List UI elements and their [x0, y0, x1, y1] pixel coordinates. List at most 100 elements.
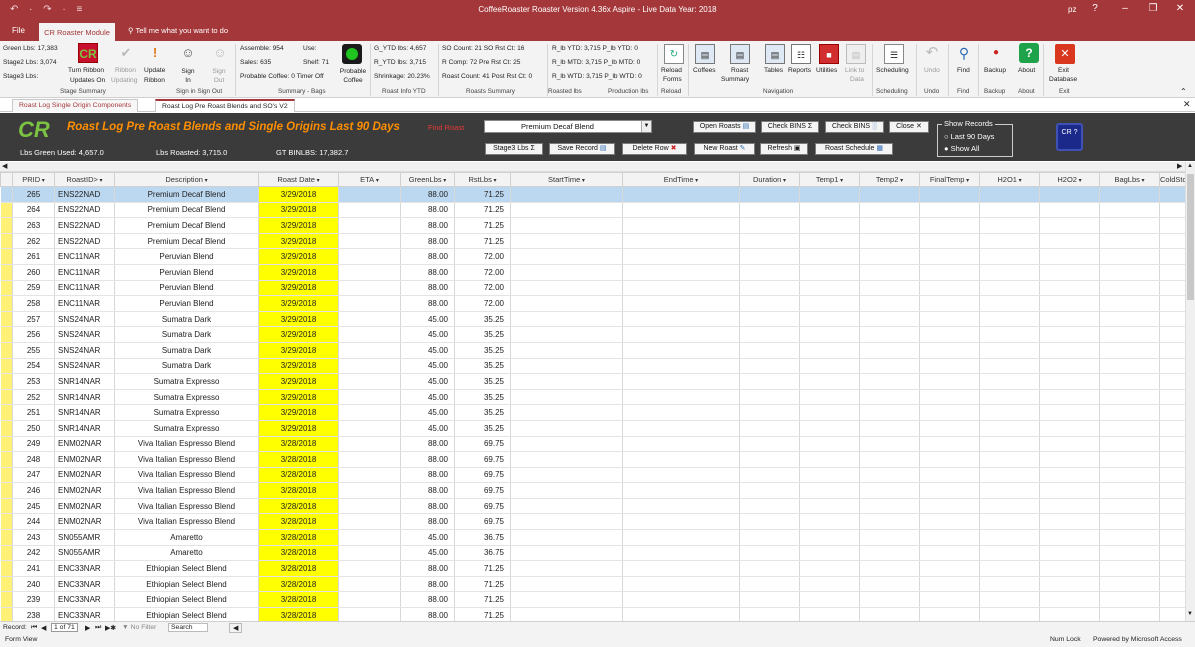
exclamation-icon[interactable]: !: [145, 43, 165, 63]
cell-roast-date[interactable]: 3/28/2018: [258, 513, 339, 531]
cell-duration[interactable]: [739, 233, 800, 250]
cell-finaltemp[interactable]: [919, 498, 980, 515]
cell-h2o1[interactable]: [979, 513, 1040, 531]
cell-prid[interactable]: 255: [12, 342, 55, 359]
cell-endtime[interactable]: [622, 186, 740, 203]
cell-temp2[interactable]: [859, 248, 920, 265]
cell-endtime[interactable]: [622, 295, 740, 312]
cell-h2o2[interactable]: [1039, 311, 1100, 328]
row-selector[interactable]: [0, 389, 13, 406]
cell-starttime[interactable]: [510, 451, 623, 468]
cell-temp1[interactable]: [799, 513, 860, 531]
collapse-ribbon-icon[interactable]: ⌃: [1180, 87, 1187, 96]
roast-button[interactable]: Roast: [731, 67, 748, 74]
row-selector[interactable]: [0, 233, 13, 250]
table-row[interactable]: 256 SNS24NAR Sumatra Dark 3/29/2018 45.00 35.…: [0, 326, 1185, 343]
table-row[interactable]: 244 ENM02NAR Viva Italian Espresso Blend 3/…: [0, 513, 1185, 531]
cell-h2o2[interactable]: [1039, 529, 1100, 546]
cell-h2o1[interactable]: [979, 295, 1040, 312]
cell-rstlbs[interactable]: 72.00: [454, 264, 511, 281]
cell-temp1[interactable]: [799, 482, 860, 499]
cell-h2o2[interactable]: [1039, 513, 1100, 531]
cell-temp1[interactable]: [799, 202, 860, 219]
cell-duration[interactable]: [739, 451, 800, 468]
cell-starttime[interactable]: [510, 389, 623, 406]
chevron-down-icon[interactable]: ▼: [641, 121, 651, 132]
table-row[interactable]: 254 SNS24NAR Sumatra Dark 3/29/2018 45.00 35.…: [0, 358, 1185, 375]
cell-temp2[interactable]: [859, 498, 920, 515]
cell-eta[interactable]: [338, 280, 401, 297]
new-roast-button[interactable]: New Roast ✎: [694, 143, 755, 155]
column-header-finaltemp[interactable]: FinalTemp ▾: [919, 172, 980, 187]
cell-temp2[interactable]: [859, 186, 920, 203]
cell-baglbs[interactable]: [1099, 529, 1160, 546]
cell-finaltemp[interactable]: [919, 186, 980, 203]
cell-starttime[interactable]: [510, 233, 623, 250]
cell-h2o1[interactable]: [979, 607, 1040, 621]
cell-h2o1[interactable]: [979, 233, 1040, 250]
no-filter-button[interactable]: ▼ No Filter: [122, 624, 156, 631]
column-filter-icon[interactable]: ▾: [203, 178, 208, 184]
cell-temp2[interactable]: [859, 467, 920, 484]
tab-cr-roaster-module[interactable]: CR Roaster Module: [39, 23, 115, 41]
cell-h2o1[interactable]: [979, 560, 1040, 577]
cell-rstlbs[interactable]: 69.75: [454, 467, 511, 484]
cell-endtime[interactable]: [622, 404, 740, 421]
row-selector[interactable]: [0, 607, 13, 621]
cell-greenlbs[interactable]: 88.00: [400, 295, 455, 312]
cell-coldstor[interactable]: [1159, 436, 1185, 453]
cell-starttime[interactable]: [510, 358, 623, 375]
row-selector[interactable]: [0, 576, 13, 593]
cell-duration[interactable]: [739, 576, 800, 593]
cell-roastid-[interactable]: ENM02NAR: [54, 451, 115, 468]
users-icon[interactable]: ☺: [178, 43, 198, 63]
cell-h2o1[interactable]: [979, 591, 1040, 609]
tell-me-search[interactable]: ⚲ Tell me what you want to do: [128, 26, 228, 35]
cell-starttime[interactable]: [510, 498, 623, 515]
cell-coldstor[interactable]: [1159, 560, 1185, 577]
cell-temp2[interactable]: [859, 576, 920, 593]
cell-baglbs[interactable]: [1099, 451, 1160, 468]
cell-duration[interactable]: [739, 311, 800, 328]
cell-finaltemp[interactable]: [919, 342, 980, 359]
cell-greenlbs[interactable]: 88.00: [400, 248, 455, 265]
cell-roast-date[interactable]: 3/28/2018: [258, 591, 339, 609]
cell-temp2[interactable]: [859, 560, 920, 577]
row-selector[interactable]: [0, 513, 13, 531]
cell-eta[interactable]: [338, 373, 401, 390]
cell-h2o2[interactable]: [1039, 404, 1100, 421]
table-row[interactable]: 242 SN055AMR Amaretto 3/28/2018 45.00 36.75: [0, 545, 1185, 562]
cell-roastid-[interactable]: SNS24NAR: [54, 358, 115, 375]
table-row[interactable]: 264 ENS22NAD Premium Decaf Blend 3/29/2018 8…: [0, 202, 1185, 219]
reload-forms-line1[interactable]: Reload: [661, 67, 682, 74]
table-row[interactable]: 262 ENS22NAD Premium Decaf Blend 3/29/2018 8…: [0, 233, 1185, 250]
cell-baglbs[interactable]: [1099, 607, 1160, 621]
cell-temp2[interactable]: [859, 404, 920, 421]
sign-in-button[interactable]: Sign In: [181, 67, 195, 85]
cell-h2o2[interactable]: [1039, 186, 1100, 203]
cell-finaltemp[interactable]: [919, 436, 980, 453]
cell-temp1[interactable]: [799, 295, 860, 312]
table-row[interactable]: 245 ENM02NAR Viva Italian Espresso Blend 3/…: [0, 498, 1185, 515]
cell-h2o1[interactable]: [979, 436, 1040, 453]
vertical-scrollbar[interactable]: ▲ ▼: [1185, 162, 1195, 622]
cell-description[interactable]: Premium Decaf Blend: [114, 233, 259, 250]
cell-starttime[interactable]: [510, 217, 623, 234]
column-filter-icon[interactable]: ▾: [1077, 178, 1082, 184]
cell-description[interactable]: Viva Italian Espresso Blend: [114, 436, 259, 453]
row-selector[interactable]: [0, 248, 13, 265]
cell-duration[interactable]: [739, 498, 800, 515]
cell-eta[interactable]: [338, 264, 401, 281]
column-header-coldstor[interactable]: ColdStor ▾: [1159, 172, 1185, 187]
cell-roast-date[interactable]: 3/29/2018: [258, 217, 339, 234]
column-header-endtime[interactable]: EndTime ▾: [622, 172, 740, 187]
first-record-icon[interactable]: ⏮: [31, 624, 37, 632]
cell-temp1[interactable]: [799, 389, 860, 406]
cell-endtime[interactable]: [622, 217, 740, 234]
cell-finaltemp[interactable]: [919, 295, 980, 312]
cell-eta[interactable]: [338, 295, 401, 312]
cell-h2o2[interactable]: [1039, 248, 1100, 265]
cell-duration[interactable]: [739, 436, 800, 453]
cell-duration[interactable]: [739, 529, 800, 546]
cell-coldstor[interactable]: [1159, 342, 1185, 359]
